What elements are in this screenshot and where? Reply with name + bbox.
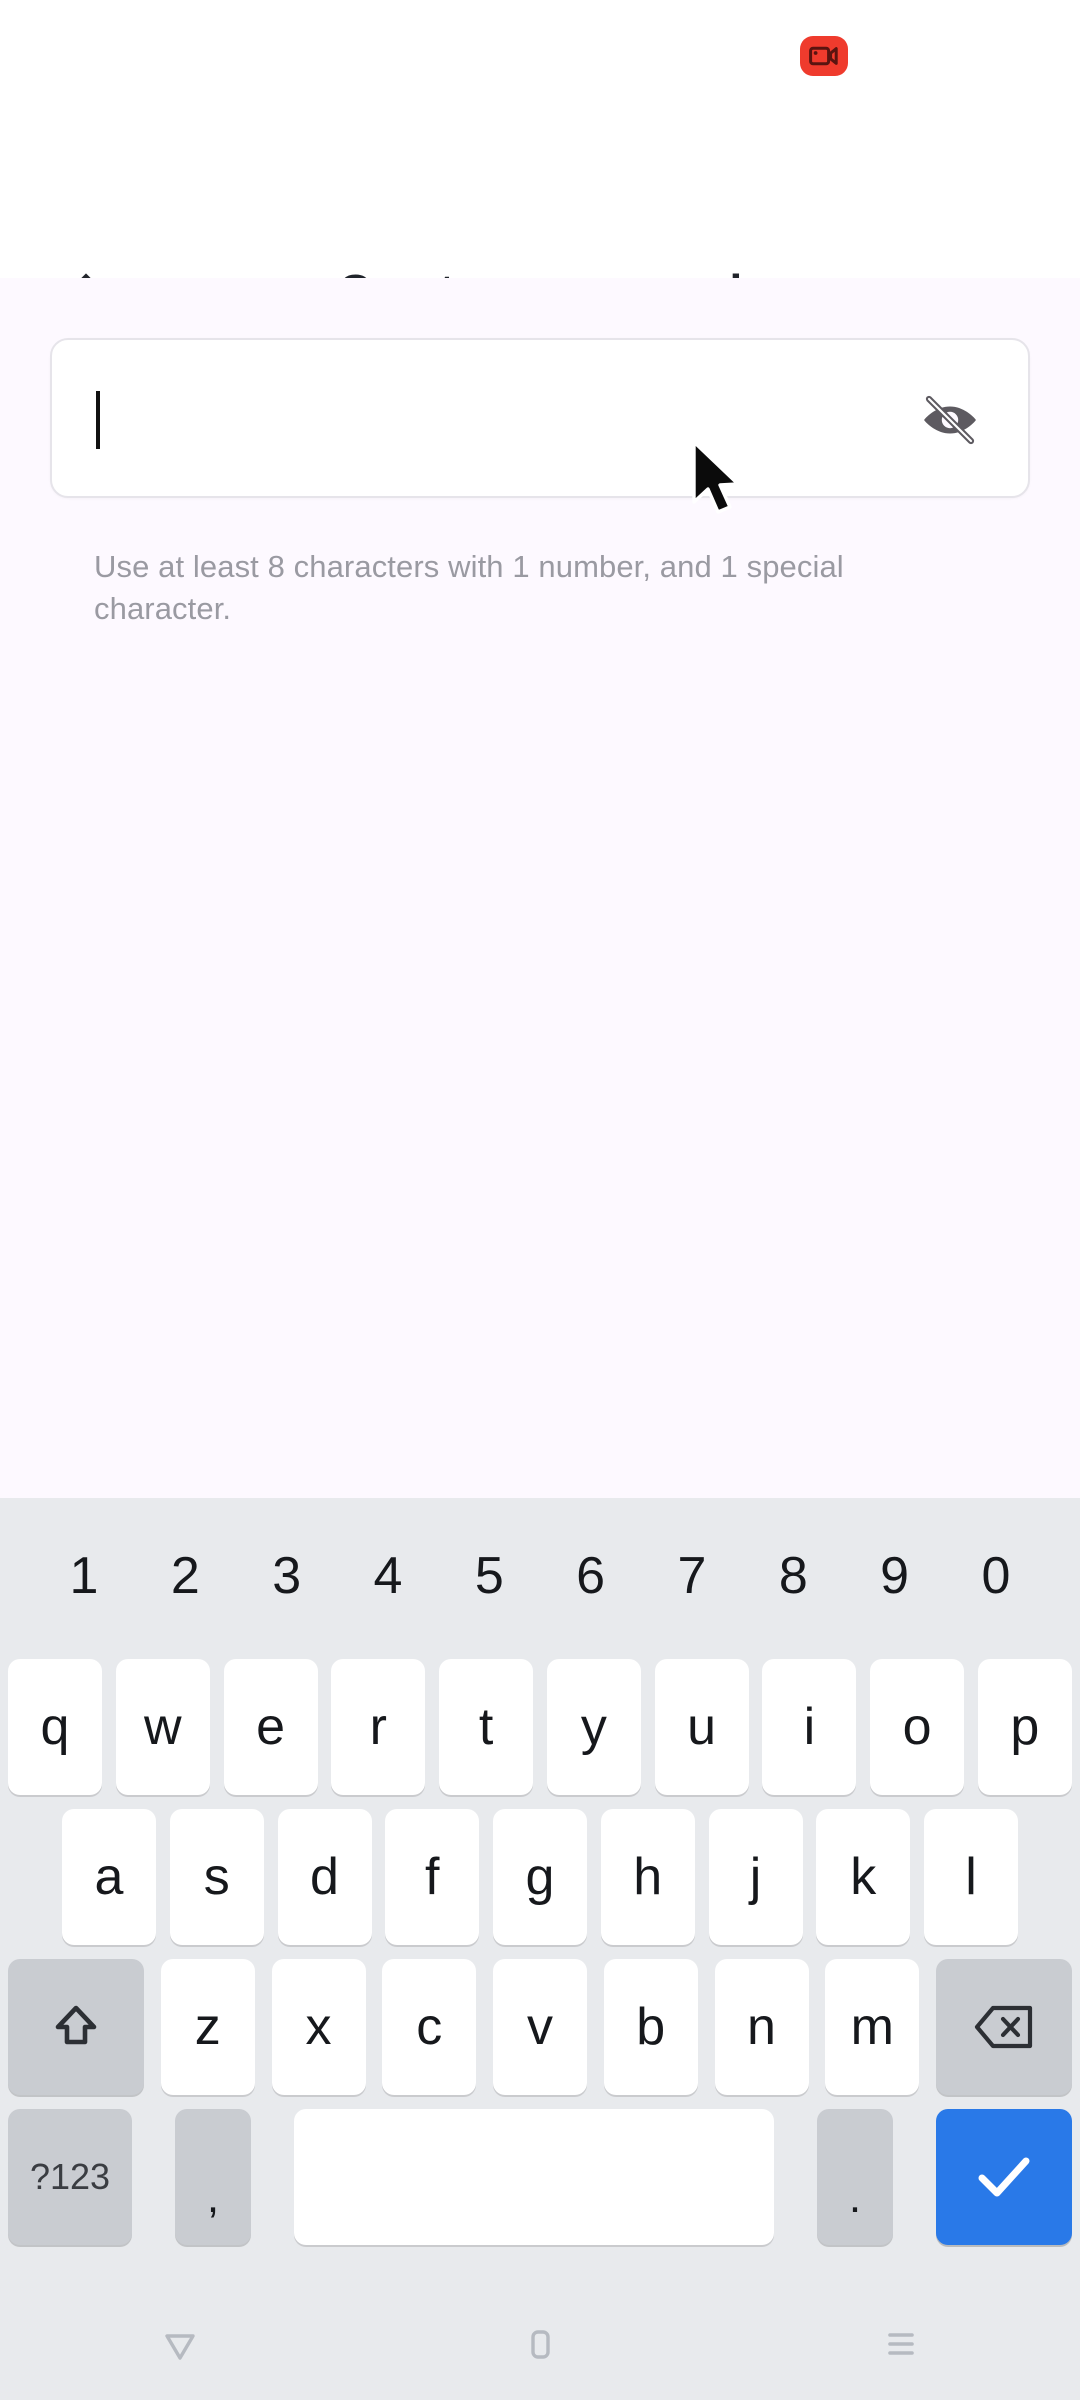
symbols-key[interactable]: ?123 xyxy=(8,2109,132,2245)
key-w[interactable]: w xyxy=(115,1659,210,1795)
app-header: Create a password xyxy=(0,98,1080,323)
key-5[interactable]: 5 xyxy=(445,1546,533,1606)
password-input[interactable] xyxy=(50,338,1030,498)
nav-back-button[interactable] xyxy=(0,2322,360,2366)
key-7[interactable]: 7 xyxy=(648,1546,736,1606)
period-key[interactable]: . xyxy=(817,2109,893,2245)
key-0[interactable]: 0 xyxy=(952,1546,1040,1606)
key-8[interactable]: 8 xyxy=(749,1546,837,1606)
shift-key[interactable] xyxy=(8,1959,144,2095)
eye-off-icon xyxy=(919,389,981,451)
key-y[interactable]: y xyxy=(546,1659,641,1795)
key-e[interactable]: e xyxy=(223,1659,318,1795)
key-n[interactable]: n xyxy=(714,1959,809,2095)
key-2[interactable]: 2 xyxy=(141,1546,229,1606)
key-u[interactable]: u xyxy=(654,1659,749,1795)
backspace-delete-icon xyxy=(973,2003,1035,2051)
key-s[interactable]: s xyxy=(169,1809,264,1945)
nav-back-triangle-icon xyxy=(158,2322,202,2366)
key-t[interactable]: t xyxy=(439,1659,534,1795)
keyboard-row-zxcv: z x c v b n m xyxy=(0,1956,1080,2098)
nav-home-button[interactable] xyxy=(360,2322,720,2366)
key-i[interactable]: i xyxy=(762,1659,857,1795)
shift-arrow-up-icon xyxy=(48,1999,104,2055)
android-navigation-bar xyxy=(0,2288,1080,2400)
key-o[interactable]: o xyxy=(870,1659,965,1795)
key-r[interactable]: r xyxy=(331,1659,426,1795)
key-l[interactable]: l xyxy=(924,1809,1018,1945)
key-m[interactable]: m xyxy=(825,1959,920,2095)
video-camera-icon xyxy=(809,45,839,67)
backspace-key[interactable] xyxy=(936,1959,1072,2095)
key-1[interactable]: 1 xyxy=(40,1546,128,1606)
key-v[interactable]: v xyxy=(493,1959,587,2095)
password-input-value xyxy=(96,340,100,500)
password-helper-text: Use at least 8 characters with 1 number,… xyxy=(94,549,844,627)
key-p[interactable]: p xyxy=(977,1659,1072,1795)
nav-recents-lines-icon xyxy=(878,2322,922,2366)
enter-key[interactable] xyxy=(936,2109,1072,2245)
key-d[interactable]: d xyxy=(277,1809,372,1945)
key-a[interactable]: a xyxy=(62,1809,156,1945)
key-k[interactable]: k xyxy=(816,1809,911,1945)
text-caret xyxy=(96,391,100,449)
key-3[interactable]: 3 xyxy=(243,1546,331,1606)
key-g[interactable]: g xyxy=(493,1809,587,1945)
screen-recording-badge[interactable] xyxy=(800,36,848,76)
toggle-password-visibility-button[interactable] xyxy=(906,376,994,464)
comma-key[interactable]: , xyxy=(175,2109,251,2245)
nav-home-square-icon xyxy=(518,2322,562,2366)
content-area: Use at least 8 characters with 1 number,… xyxy=(0,278,1080,1498)
space-key[interactable] xyxy=(294,2109,774,2245)
soft-keyboard: 1 2 3 4 5 6 7 8 9 0 q w e r t y u i o p … xyxy=(0,1498,1080,2288)
keyboard-bottom-row: ?123 , . xyxy=(0,2106,1080,2248)
key-j[interactable]: j xyxy=(708,1809,803,1945)
keyboard-number-row: 1 2 3 4 5 6 7 8 9 0 xyxy=(0,1506,1080,1646)
key-4[interactable]: 4 xyxy=(344,1546,432,1606)
status-bar xyxy=(0,0,1080,98)
key-f[interactable]: f xyxy=(385,1809,480,1945)
keyboard-row-asdf: a s d f g h j k l xyxy=(0,1806,1080,1948)
nav-recents-button[interactable] xyxy=(720,2322,1080,2366)
key-h[interactable]: h xyxy=(600,1809,695,1945)
key-z[interactable]: z xyxy=(160,1959,255,2095)
key-q[interactable]: q xyxy=(8,1659,102,1795)
key-9[interactable]: 9 xyxy=(851,1546,939,1606)
key-c[interactable]: c xyxy=(382,1959,477,2095)
key-b[interactable]: b xyxy=(603,1959,698,2095)
key-6[interactable]: 6 xyxy=(547,1546,635,1606)
keyboard-row-qwerty: q w e r t y u i o p xyxy=(0,1656,1080,1798)
key-x[interactable]: x xyxy=(271,1959,366,2095)
phone-screen: Create a password xyxy=(0,0,1080,2400)
checkmark-icon xyxy=(973,2152,1035,2202)
